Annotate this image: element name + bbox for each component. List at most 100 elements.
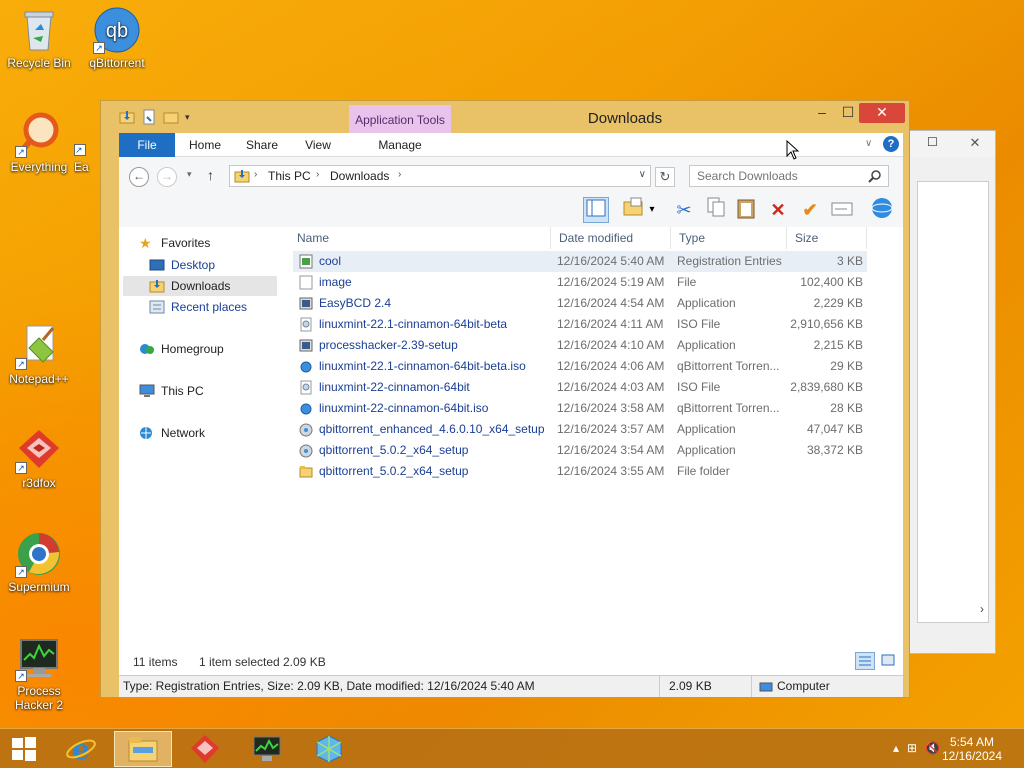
show-hidden-icons-icon[interactable]: ▴ [893, 741, 899, 755]
desktop-icon-everything[interactable]: ↗ Everything [0, 110, 78, 174]
search-input[interactable] [690, 166, 860, 186]
computer-icon [139, 384, 155, 398]
table-row[interactable]: processhacker-2.39-setup 12/16/2024 4:10 … [293, 335, 867, 356]
desktop-icon-r3dfox[interactable]: ↗ r3dfox [0, 426, 78, 490]
table-row[interactable]: linuxmint-22-cinnamon-64bit 12/16/2024 4:… [293, 377, 867, 398]
nav-desktop[interactable]: Desktop [149, 255, 215, 275]
explorer-window[interactable]: ▾ Application Tools Downloads – ☐ ✕ File… [100, 100, 910, 698]
star-icon: ★ [139, 235, 152, 251]
browser-icon[interactable] [869, 197, 895, 223]
expand-ribbon-icon[interactable]: ∨ [865, 138, 872, 149]
checkmark-icon[interactable]: ✔ [797, 197, 823, 223]
preview-pane-icon[interactable] [583, 197, 609, 223]
column-header-type[interactable]: Type [671, 227, 787, 249]
desktop-icon-notepad-plus-plus[interactable]: ↗ Notepad++ [0, 322, 78, 386]
nav-recent-places[interactable]: Recent places [149, 297, 247, 317]
cut-icon[interactable]: ✂ [671, 197, 697, 223]
clock[interactable]: 5:54 AM 12/16/2024 [942, 735, 1002, 763]
delete-icon[interactable]: ✕ [765, 197, 791, 223]
file-size: 29 KB [830, 359, 863, 373]
tab-home[interactable]: Home [181, 133, 229, 157]
address-bar[interactable]: › This PC › Downloads › ∨ [229, 165, 651, 187]
volume-muted-icon[interactable]: 🔇 [925, 741, 940, 755]
desktop-icon-label: Process Hacker 2 [14, 684, 64, 712]
breadcrumb-this-pc[interactable]: This PC [268, 169, 311, 183]
breadcrumb-separator-icon: › [254, 169, 258, 180]
desktop-icon-process-hacker[interactable]: ↗ Process Hacker 2 [0, 634, 78, 712]
maximize-icon[interactable]: ☐ [927, 135, 938, 149]
table-row[interactable]: qbittorrent_5.0.2_x64_setup 12/16/2024 3:… [293, 461, 867, 482]
nav-favorites[interactable]: ★ Favorites [139, 233, 210, 253]
table-row[interactable]: image 12/16/2024 5:19 AM File 102,400 KB [293, 272, 867, 293]
file-size: 38,372 KB [806, 443, 863, 457]
forward-button[interactable]: → [157, 167, 177, 187]
up-arrow-icon[interactable]: ↑ [207, 167, 214, 183]
dropdown-icon[interactable]: ▾ [645, 197, 659, 223]
file-name: processhacker-2.39-setup [319, 338, 458, 352]
background-window[interactable]: ☐ ✕ › [900, 130, 996, 654]
nav-this-pc[interactable]: This PC [139, 381, 204, 401]
search-box[interactable] [689, 165, 889, 187]
column-header-name[interactable]: Name [289, 227, 551, 249]
desktop-icon-label: qBittorrent [89, 56, 145, 70]
file-date: 12/16/2024 3:58 AM [557, 401, 665, 415]
taskbar-process-hacker[interactable] [238, 731, 296, 767]
table-row[interactable]: linuxmint-22.1-cinnamon-64bit-beta.iso 12… [293, 356, 867, 377]
titlebar[interactable]: ▾ Application Tools Downloads – ☐ ✕ [101, 101, 909, 133]
details-size: 2.09 KB [669, 679, 712, 693]
table-row[interactable]: linuxmint-22.1-cinnamon-64bit-beta 12/16/… [293, 314, 867, 335]
recent-locations-icon[interactable]: ▾ [187, 169, 192, 180]
file-icon [299, 275, 313, 290]
file-date: 12/16/2024 4:06 AM [557, 359, 665, 373]
column-header-size[interactable]: Size [787, 227, 867, 249]
address-dropdown-icon[interactable]: ∨ [639, 169, 646, 180]
taskbar-file-explorer[interactable] [114, 731, 172, 767]
minimize-button[interactable]: – [809, 103, 835, 123]
selected-size: 2.09 KB [283, 655, 326, 669]
desktop-icon-partial[interactable]: ↗ Ea [74, 140, 100, 174]
start-button[interactable] [2, 731, 46, 767]
status-bar: 11 items 1 item selected 2.09 KB [119, 649, 903, 675]
item-count: 11 items [133, 655, 178, 669]
details-divider [751, 676, 752, 697]
search-icon[interactable] [868, 169, 882, 186]
close-button[interactable]: ✕ [859, 103, 905, 123]
tab-share[interactable]: Share [239, 133, 285, 157]
desktop-icon-recycle-bin[interactable]: Recycle Bin [0, 6, 78, 70]
nav-network[interactable]: Network [139, 423, 205, 443]
desktop-icon-qbittorrent[interactable]: qb ↗ qBittorrent [78, 6, 156, 70]
network-status-icon[interactable]: ⊞ [907, 741, 917, 755]
paste-icon[interactable] [733, 197, 759, 223]
table-row[interactable]: cool 12/16/2024 5:40 AM Registration Entri… [293, 251, 867, 272]
copy-icon[interactable] [703, 197, 729, 223]
nav-network-label: Network [161, 426, 206, 440]
table-row[interactable]: linuxmint-22-cinnamon-64bit.iso 12/16/202… [293, 398, 867, 419]
shortcut-icon: ↗ [74, 140, 94, 160]
tab-manage[interactable]: Manage [349, 133, 451, 157]
nav-downloads[interactable]: Downloads [123, 276, 277, 296]
large-icons-view-icon[interactable] [879, 652, 899, 670]
tab-view[interactable]: View [295, 133, 341, 157]
taskbar-internet-explorer[interactable]: e [52, 731, 110, 767]
desktop-icon-supermium[interactable]: ↗ Supermium [0, 530, 78, 594]
application-icon [299, 338, 313, 353]
folder-options-icon[interactable] [621, 197, 647, 223]
refresh-button[interactable]: ↻ [655, 167, 675, 187]
background-window-titlebar[interactable]: ☐ ✕ [901, 131, 995, 157]
nav-homegroup[interactable]: Homegroup [139, 339, 224, 359]
table-row[interactable]: qbittorrent_5.0.2_x64_setup 12/16/2024 3:… [293, 440, 867, 461]
tab-file[interactable]: File [119, 133, 175, 157]
taskbar-app[interactable] [300, 731, 358, 767]
scroll-right-icon[interactable]: › [980, 602, 984, 616]
help-icon[interactable]: ? [883, 136, 899, 152]
rename-icon[interactable] [829, 197, 855, 223]
back-button[interactable]: ← [129, 167, 149, 187]
breadcrumb-downloads[interactable]: Downloads [330, 169, 389, 183]
maximize-button[interactable]: ☐ [835, 103, 861, 123]
close-icon[interactable]: ✕ [957, 133, 993, 153]
table-row[interactable]: EasyBCD 2.4 12/16/2024 4:54 AM Application… [293, 293, 867, 314]
details-view-icon[interactable] [855, 652, 875, 670]
column-header-date[interactable]: Date modified [551, 227, 671, 249]
table-row[interactable]: qbittorrent_enhanced_4.6.0.10_x64_setup 1… [293, 419, 867, 440]
taskbar-r3dfox[interactable] [176, 731, 234, 767]
